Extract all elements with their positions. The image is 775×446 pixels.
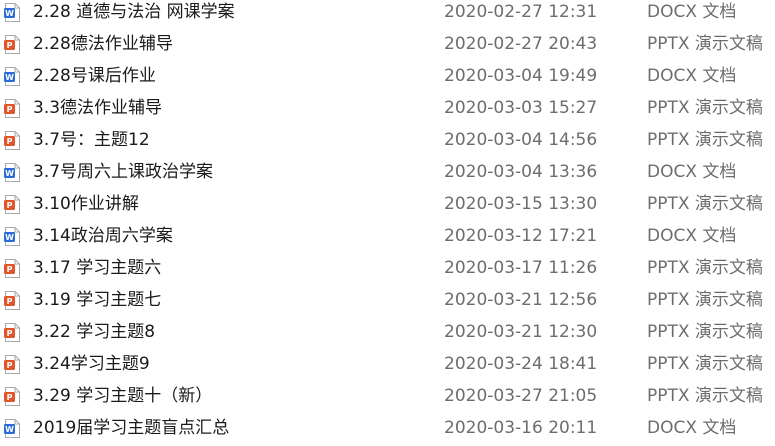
svg-text:W: W [5,233,14,242]
word-document-icon: W [4,163,20,182]
powerpoint-document-icon: P [4,291,20,310]
file-type: PPTX 演示文稿 [647,130,763,150]
file-type: DOCX 文档 [647,66,737,86]
word-document-icon: W [4,227,20,246]
file-row[interactable]: W 3.14政治周六学案 2020-03-12 17:21 DOCX 文档 [0,220,775,252]
file-row[interactable]: P 3.10作业讲解 2020-03-15 13:30 PPTX 演示文稿 [0,188,775,220]
file-row[interactable]: P 2.28德法作业辅导 2020-02-27 20:43 PPTX 演示文稿 [0,28,775,60]
svg-text:P: P [7,105,13,114]
file-row[interactable]: P 3.24学习主题9 2020-03-24 18:41 PPTX 演示文稿 [0,348,775,380]
file-row[interactable]: P 3.3德法作业辅导 2020-03-03 15:27 PPTX 演示文稿 [0,92,775,124]
file-name: 2.28德法作业辅导 [33,34,173,54]
file-name: 3.7号：主题12 [33,130,150,150]
file-type: PPTX 演示文稿 [647,98,763,118]
file-modified-date: 2020-03-17 11:26 [444,258,598,278]
powerpoint-document-icon: P [4,387,20,406]
file-name: 3.3德法作业辅导 [33,98,163,118]
file-name: 3.22 学习主题8 [33,322,156,342]
svg-text:P: P [7,297,13,306]
file-row[interactable]: P 3.19 学习主题七 2020-03-21 12:56 PPTX 演示文稿 [0,284,775,316]
powerpoint-document-icon: P [4,259,20,278]
file-row[interactable]: P 3.17 学习主题六 2020-03-17 11:26 PPTX 演示文稿 [0,252,775,284]
file-name: 2019届学习主题盲点汇总 [33,418,230,438]
file-type: PPTX 演示文稿 [647,258,763,278]
svg-text:W: W [5,9,14,18]
powerpoint-document-icon: P [4,195,20,214]
svg-text:P: P [7,137,13,146]
powerpoint-document-icon: P [4,355,20,374]
svg-text:W: W [5,73,14,82]
svg-text:P: P [7,201,13,210]
svg-text:W: W [5,169,14,178]
file-modified-date: 2020-03-24 18:41 [444,354,598,374]
file-type: DOCX 文档 [647,2,737,22]
file-modified-date: 2020-03-04 19:49 [444,66,598,86]
file-type: PPTX 演示文稿 [647,354,763,374]
svg-text:P: P [7,41,13,50]
powerpoint-document-icon: P [4,35,20,54]
file-modified-date: 2020-03-21 12:56 [444,290,598,310]
file-name: 3.19 学习主题七 [33,290,162,310]
file-modified-date: 2020-03-04 14:56 [444,130,598,150]
word-document-icon: W [4,419,20,438]
svg-text:P: P [7,265,13,274]
file-row[interactable]: W 2.28号课后作业 2020-03-04 19:49 DOCX 文档 [0,60,775,92]
file-row[interactable]: W 2.28 道德与法治 网课学案 2020-02-27 12:31 DOCX … [0,0,775,28]
file-type: PPTX 演示文稿 [647,194,763,214]
file-modified-date: 2020-02-27 12:31 [444,2,598,22]
file-modified-date: 2020-03-27 21:05 [444,386,598,406]
file-type: PPTX 演示文稿 [647,386,763,406]
file-row[interactable]: P 3.7号：主题12 2020-03-04 14:56 PPTX 演示文稿 [0,124,775,156]
file-modified-date: 2020-03-15 13:30 [444,194,598,214]
file-modified-date: 2020-03-12 17:21 [444,226,598,246]
file-modified-date: 2020-02-27 20:43 [444,34,598,54]
svg-text:W: W [5,425,14,434]
file-name: 3.7号周六上课政治学案 [33,162,214,182]
svg-text:P: P [7,329,13,338]
file-row[interactable]: W 3.7号周六上课政治学案 2020-03-04 13:36 DOCX 文档 [0,156,775,188]
file-modified-date: 2020-03-04 13:36 [444,162,598,182]
file-name: 3.24学习主题9 [33,354,150,374]
word-document-icon: W [4,67,20,86]
file-type: PPTX 演示文稿 [647,34,763,54]
file-modified-date: 2020-03-16 20:11 [444,418,598,438]
svg-text:P: P [7,361,13,370]
file-list: W 2.28 道德与法治 网课学案 2020-02-27 12:31 DOCX … [0,0,775,444]
file-row[interactable]: W 2019届学习主题盲点汇总 2020-03-16 20:11 DOCX 文档 [0,412,775,444]
file-type: PPTX 演示文稿 [647,290,763,310]
file-modified-date: 2020-03-21 12:30 [444,322,598,342]
word-document-icon: W [4,3,20,22]
svg-text:P: P [7,393,13,402]
file-name: 3.14政治周六学案 [33,226,173,246]
file-type: DOCX 文档 [647,226,737,246]
file-row[interactable]: P 3.22 学习主题8 2020-03-21 12:30 PPTX 演示文稿 [0,316,775,348]
file-name: 2.28号课后作业 [33,66,156,86]
file-row[interactable]: P 3.29 学习主题十（新） 2020-03-27 21:05 PPTX 演示… [0,380,775,412]
file-name: 2.28 道德与法治 网课学案 [33,2,235,22]
file-name: 3.17 学习主题六 [33,258,162,278]
file-type: DOCX 文档 [647,162,737,182]
file-modified-date: 2020-03-03 15:27 [444,98,598,118]
powerpoint-document-icon: P [4,99,20,118]
powerpoint-document-icon: P [4,323,20,342]
file-type: PPTX 演示文稿 [647,322,763,342]
file-type: DOCX 文档 [647,418,737,438]
file-name: 3.10作业讲解 [33,194,139,214]
file-name: 3.29 学习主题十（新） [33,386,213,406]
powerpoint-document-icon: P [4,131,20,150]
